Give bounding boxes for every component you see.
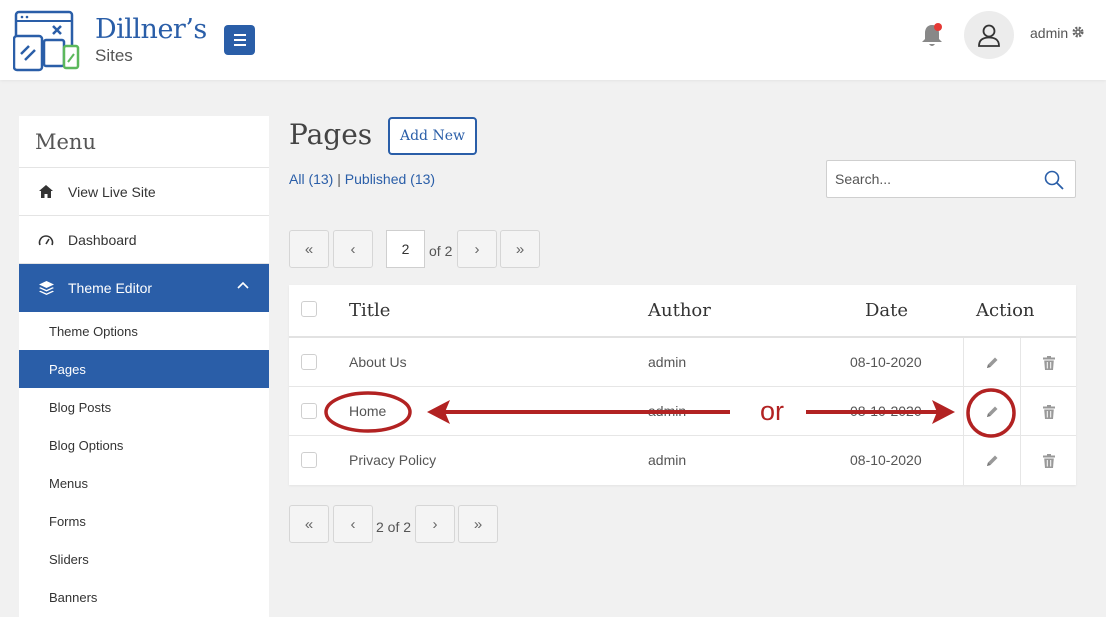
delete-button[interactable]: [1034, 387, 1064, 436]
row-author: admin: [648, 452, 687, 468]
menu-toggle-button[interactable]: [224, 25, 255, 55]
edit-button[interactable]: [963, 436, 1021, 485]
row-title-link[interactable]: Home: [349, 403, 386, 419]
column-title[interactable]: Title: [349, 300, 390, 321]
hamburger-icon: [233, 34, 246, 36]
annotation-or-text: or: [760, 396, 785, 426]
next-page-button-bottom[interactable]: ›: [415, 505, 455, 543]
trash-icon: [1043, 355, 1055, 370]
page-count-label: of 2: [429, 243, 453, 259]
layers-icon: [38, 280, 54, 296]
search-box: [826, 160, 1076, 198]
user-name[interactable]: admin: [1030, 25, 1068, 41]
gauge-icon: [38, 232, 54, 248]
prev-page-button-bottom[interactable]: ‹: [333, 505, 373, 543]
status-filters: All (13) | Published (13): [289, 171, 435, 187]
sidebar-subitem-forms[interactable]: Forms: [19, 502, 269, 540]
sidebar-subitem-blog-posts[interactable]: Blog Posts: [19, 388, 269, 426]
column-author[interactable]: Author: [648, 300, 711, 321]
last-page-button-bottom[interactable]: »: [458, 505, 498, 543]
row-author: admin: [648, 403, 687, 419]
sidebar-item-view-live-site[interactable]: View Live Site: [19, 168, 269, 216]
delete-button[interactable]: [1034, 338, 1064, 387]
pencil-icon: [987, 406, 998, 417]
sidebar-subitem-pages[interactable]: Pages: [19, 350, 269, 388]
filter-published-link[interactable]: Published (13): [345, 171, 435, 187]
row-date: 08-10-2020: [850, 403, 922, 419]
avatar[interactable]: [964, 11, 1014, 59]
column-date[interactable]: Date: [865, 300, 908, 321]
sidebar-subitem-blog-options[interactable]: Blog Options: [19, 426, 269, 464]
row-date: 08-10-2020: [850, 354, 922, 370]
notification-dot: [934, 23, 942, 31]
row-title-link[interactable]: About Us: [349, 354, 407, 370]
sidebar-subitem-menus[interactable]: Menus: [19, 464, 269, 502]
row-checkbox[interactable]: [301, 354, 317, 370]
pencil-icon: [987, 455, 998, 466]
sidebar-item-label: Theme Editor: [68, 280, 153, 296]
last-page-button[interactable]: »: [500, 230, 540, 268]
chevron-up-icon[interactable]: [237, 281, 249, 289]
search-input[interactable]: [827, 161, 1027, 197]
column-action: Action: [976, 300, 1035, 321]
prev-page-button[interactable]: ‹: [333, 230, 373, 268]
sidebar-item-theme-editor[interactable]: Theme Editor: [19, 264, 269, 312]
filter-separator: |: [337, 171, 341, 187]
pages-table: Title Author Date Action About Us admin …: [289, 285, 1076, 485]
page-title: Pages: [289, 118, 373, 151]
sidebar-item-dashboard[interactable]: Dashboard: [19, 216, 269, 264]
row-title-link[interactable]: Privacy Policy: [349, 452, 436, 468]
sidebar-subitem-theme-options[interactable]: Theme Options: [19, 312, 269, 350]
search-icon[interactable]: [1044, 170, 1064, 190]
user-icon: [978, 24, 1000, 47]
edit-button[interactable]: [963, 338, 1021, 387]
delete-button[interactable]: [1034, 436, 1064, 485]
select-all-checkbox[interactable]: [301, 301, 317, 317]
next-page-button[interactable]: ›: [457, 230, 497, 268]
brand-subtitle: Sites: [95, 46, 133, 65]
top-header: Dillner’s Sites admin: [0, 0, 1106, 80]
trash-icon: [1043, 404, 1055, 419]
row-date: 08-10-2020: [850, 452, 922, 468]
sidebar-subitem-banners[interactable]: Banners: [19, 578, 269, 616]
row-checkbox[interactable]: [301, 403, 317, 419]
gear-icon[interactable]: [1071, 25, 1085, 39]
table-row: Privacy Policy admin 08-10-2020: [289, 436, 1076, 485]
sidebar-item-label: View Live Site: [68, 183, 156, 200]
filter-all-link[interactable]: All (13): [289, 171, 333, 187]
sidebar: Menu View Live Site Dashboard Theme Edit…: [19, 116, 269, 617]
menu-title: Menu: [19, 116, 269, 168]
notification-bell-icon[interactable]: [920, 22, 944, 48]
row-checkbox[interactable]: [301, 452, 317, 468]
add-new-button[interactable]: Add New: [388, 117, 477, 155]
first-page-button-bottom[interactable]: «: [289, 505, 329, 543]
brand-name: Dillner’s: [95, 14, 207, 45]
trash-icon: [1043, 453, 1055, 468]
row-author: admin: [648, 354, 687, 370]
table-row: About Us admin 08-10-2020: [289, 338, 1076, 387]
first-page-button[interactable]: «: [289, 230, 329, 268]
home-icon: [38, 184, 54, 200]
page-count-label-bottom: 2 of 2: [376, 519, 412, 535]
table-header: Title Author Date Action: [289, 285, 1076, 338]
table-row: Home admin 08-10-2020: [289, 387, 1076, 436]
page-number-input[interactable]: [386, 230, 425, 268]
sidebar-subitem-sliders[interactable]: Sliders: [19, 540, 269, 578]
logo-icon: [13, 10, 80, 72]
edit-button[interactable]: [963, 387, 1021, 436]
sidebar-item-label: Dashboard: [68, 231, 137, 248]
pencil-icon: [987, 357, 998, 368]
